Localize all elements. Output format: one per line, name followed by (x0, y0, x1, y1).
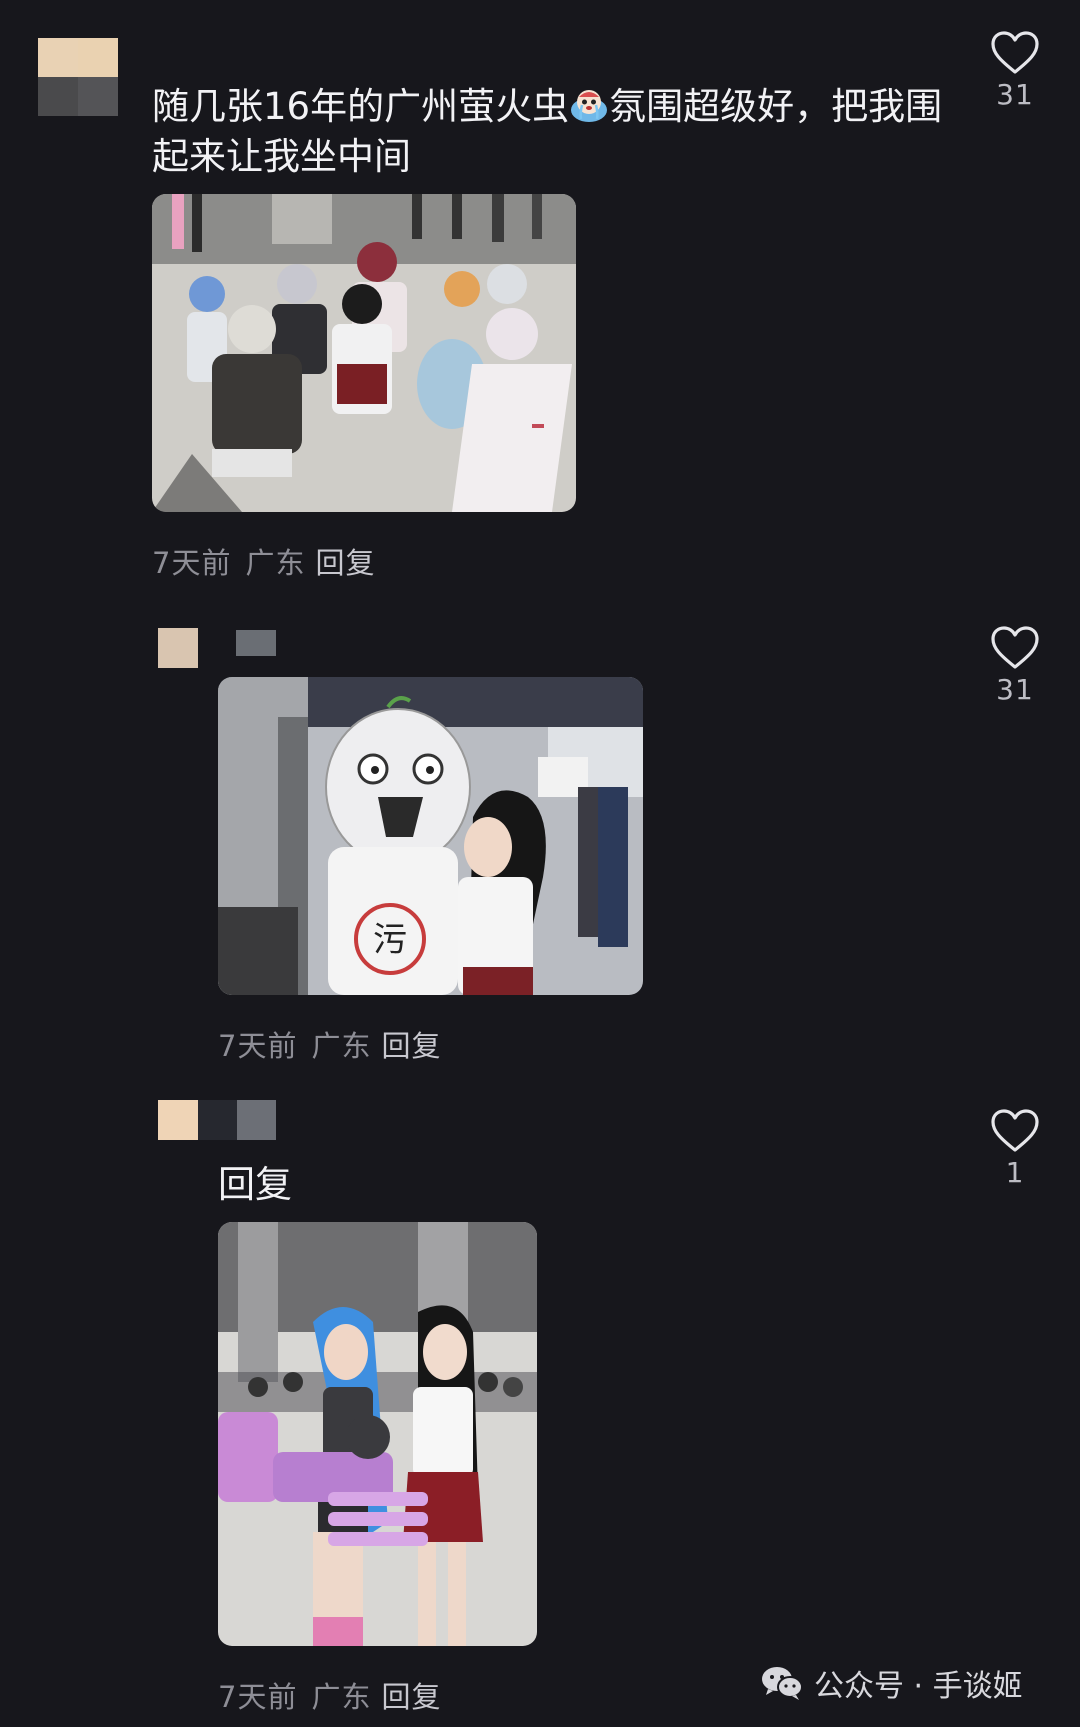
watermark-text: 公众号 · 手谈姬 (814, 1669, 1023, 1704)
wechat-icon (762, 1667, 803, 1700)
comment-region: 广东 (311, 1680, 372, 1714)
heart-icon (991, 626, 1039, 669)
comment-time: 7天前 (218, 1680, 298, 1714)
comment-photo[interactable] (152, 194, 576, 512)
avatar[interactable] (38, 38, 118, 116)
like-count: 31 (996, 78, 1034, 111)
like-button[interactable]: 31 (985, 30, 1045, 111)
reply-button[interactable]: 回复 (381, 1029, 441, 1063)
comment-text: 随几张16年的广州萤火虫 氛围超级好，把我围 起来让我坐中间 (152, 85, 943, 178)
comment-meta: 7天前 广东 回复 (218, 1023, 441, 1065)
like-count: 31 (996, 673, 1034, 706)
like-count: 1 (1005, 1156, 1025, 1189)
comment-time: 7天前 (218, 1029, 298, 1063)
reply-button[interactable]: 回复 (381, 1680, 441, 1714)
comment-region: 广东 (311, 1029, 372, 1063)
comment-photo[interactable] (218, 1222, 537, 1646)
crying-face-emoji-icon (569, 85, 609, 125)
svg-text:污: 污 (373, 920, 407, 960)
comment-meta: 7天前 广东 回复 (152, 540, 375, 582)
avatar[interactable] (158, 628, 198, 668)
like-button[interactable]: 31 (985, 625, 1045, 706)
username-block[interactable] (198, 1100, 276, 1140)
avatar[interactable] (158, 1100, 198, 1140)
comment-text: 回复 (218, 1163, 292, 1206)
heart-icon (991, 31, 1039, 74)
reply-button[interactable]: 回复 (315, 546, 375, 580)
like-button[interactable]: 1 (985, 1108, 1045, 1189)
comment-photo[interactable]: 污 (218, 677, 643, 995)
comment-region: 广东 (245, 546, 306, 580)
comment-meta: 7天前 广东 回复 (218, 1674, 441, 1716)
comment-time: 7天前 (152, 546, 232, 580)
username-block[interactable] (236, 630, 276, 656)
watermark: 公众号 · 手谈姬 (760, 1648, 1080, 1718)
heart-icon (991, 1109, 1039, 1152)
